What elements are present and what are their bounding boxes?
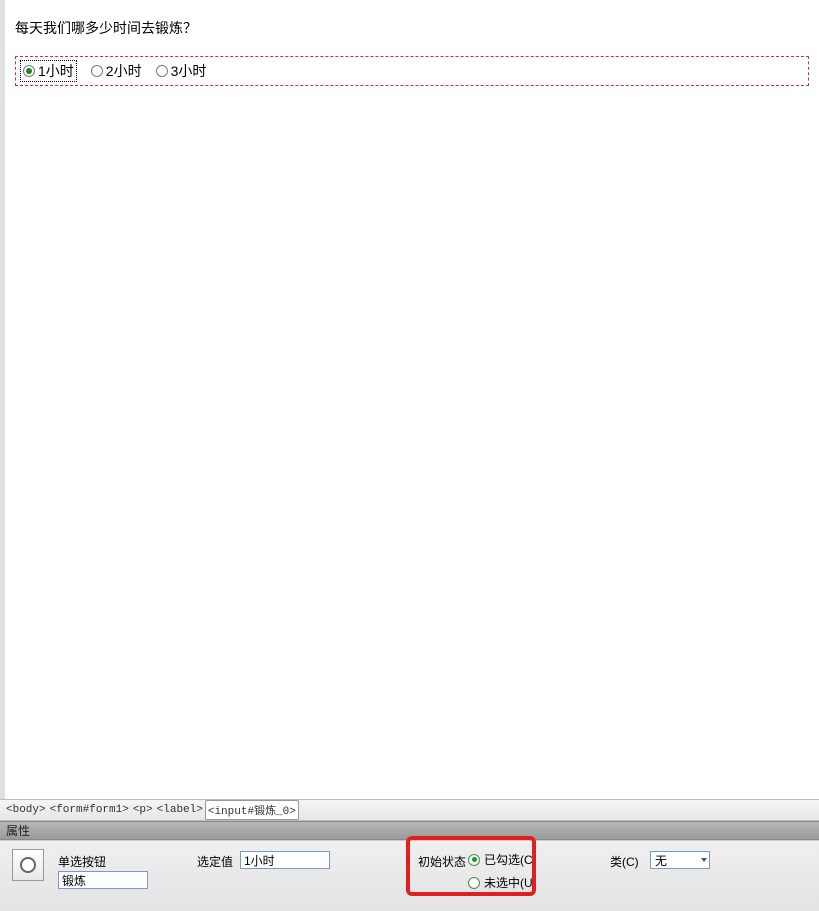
question-text: 每天我们哪多少时间去锻炼？ bbox=[5, 0, 819, 38]
radio-icon bbox=[468, 854, 480, 866]
element-type-icon bbox=[12, 849, 44, 881]
breadcrumb-p[interactable]: <p> bbox=[131, 803, 155, 817]
breadcrumb-form[interactable]: <form#form1> bbox=[48, 803, 131, 817]
state-option-label: 已勾选(C) bbox=[484, 851, 537, 868]
radio-options-container[interactable]: 1小时 2小时 3小时 bbox=[15, 56, 809, 86]
radio-icon bbox=[20, 857, 36, 873]
properties-panel-header[interactable]: 属性 bbox=[0, 821, 819, 840]
breadcrumb-label[interactable]: <label> bbox=[155, 803, 205, 817]
element-type-label: 单选按钮 bbox=[58, 853, 106, 870]
initial-state-radio-group: 已勾选(C) 未选中(U) bbox=[468, 851, 537, 897]
radio-option-label: 3小时 bbox=[171, 61, 207, 81]
radio-option-1[interactable]: 1小时 bbox=[20, 60, 77, 82]
class-label: 类(C) bbox=[610, 853, 639, 870]
radio-circle-icon bbox=[23, 65, 35, 77]
radio-option-label: 1小时 bbox=[38, 61, 74, 81]
properties-panel-title: 属性 bbox=[6, 822, 30, 839]
state-unchecked-option[interactable]: 未选中(U) bbox=[468, 874, 537, 891]
radio-circle-icon bbox=[91, 65, 103, 77]
selected-value-input[interactable] bbox=[240, 851, 330, 869]
radio-icon bbox=[468, 877, 480, 889]
breadcrumb-body[interactable]: <body> bbox=[4, 803, 48, 817]
class-select[interactable]: 无 bbox=[650, 851, 710, 869]
properties-panel: 单选按钮 选定值 初始状态 已勾选(C) 未选中(U) 类(C) 无 bbox=[0, 840, 819, 911]
radio-option-label: 2小时 bbox=[106, 61, 142, 81]
breadcrumb-input[interactable]: <input#锻炼_0> bbox=[205, 800, 299, 820]
element-name-input[interactable] bbox=[58, 871, 148, 889]
initial-state-label: 初始状态 bbox=[418, 853, 466, 870]
design-canvas[interactable]: 每天我们哪多少时间去锻炼？ 1小时 2小时 3小时 bbox=[0, 0, 819, 799]
radio-option-2[interactable]: 2小时 bbox=[91, 61, 142, 81]
radio-option-3[interactable]: 3小时 bbox=[156, 61, 207, 81]
selected-value-label: 选定值 bbox=[197, 853, 233, 870]
tag-selector-bar: <body> <form#form1> <p> <label> <input#锻… bbox=[0, 799, 819, 821]
radio-circle-icon bbox=[156, 65, 168, 77]
state-checked-option[interactable]: 已勾选(C) bbox=[468, 851, 537, 868]
state-option-label: 未选中(U) bbox=[484, 874, 537, 891]
class-select-value: 无 bbox=[655, 852, 667, 869]
chevron-down-icon bbox=[701, 858, 707, 862]
